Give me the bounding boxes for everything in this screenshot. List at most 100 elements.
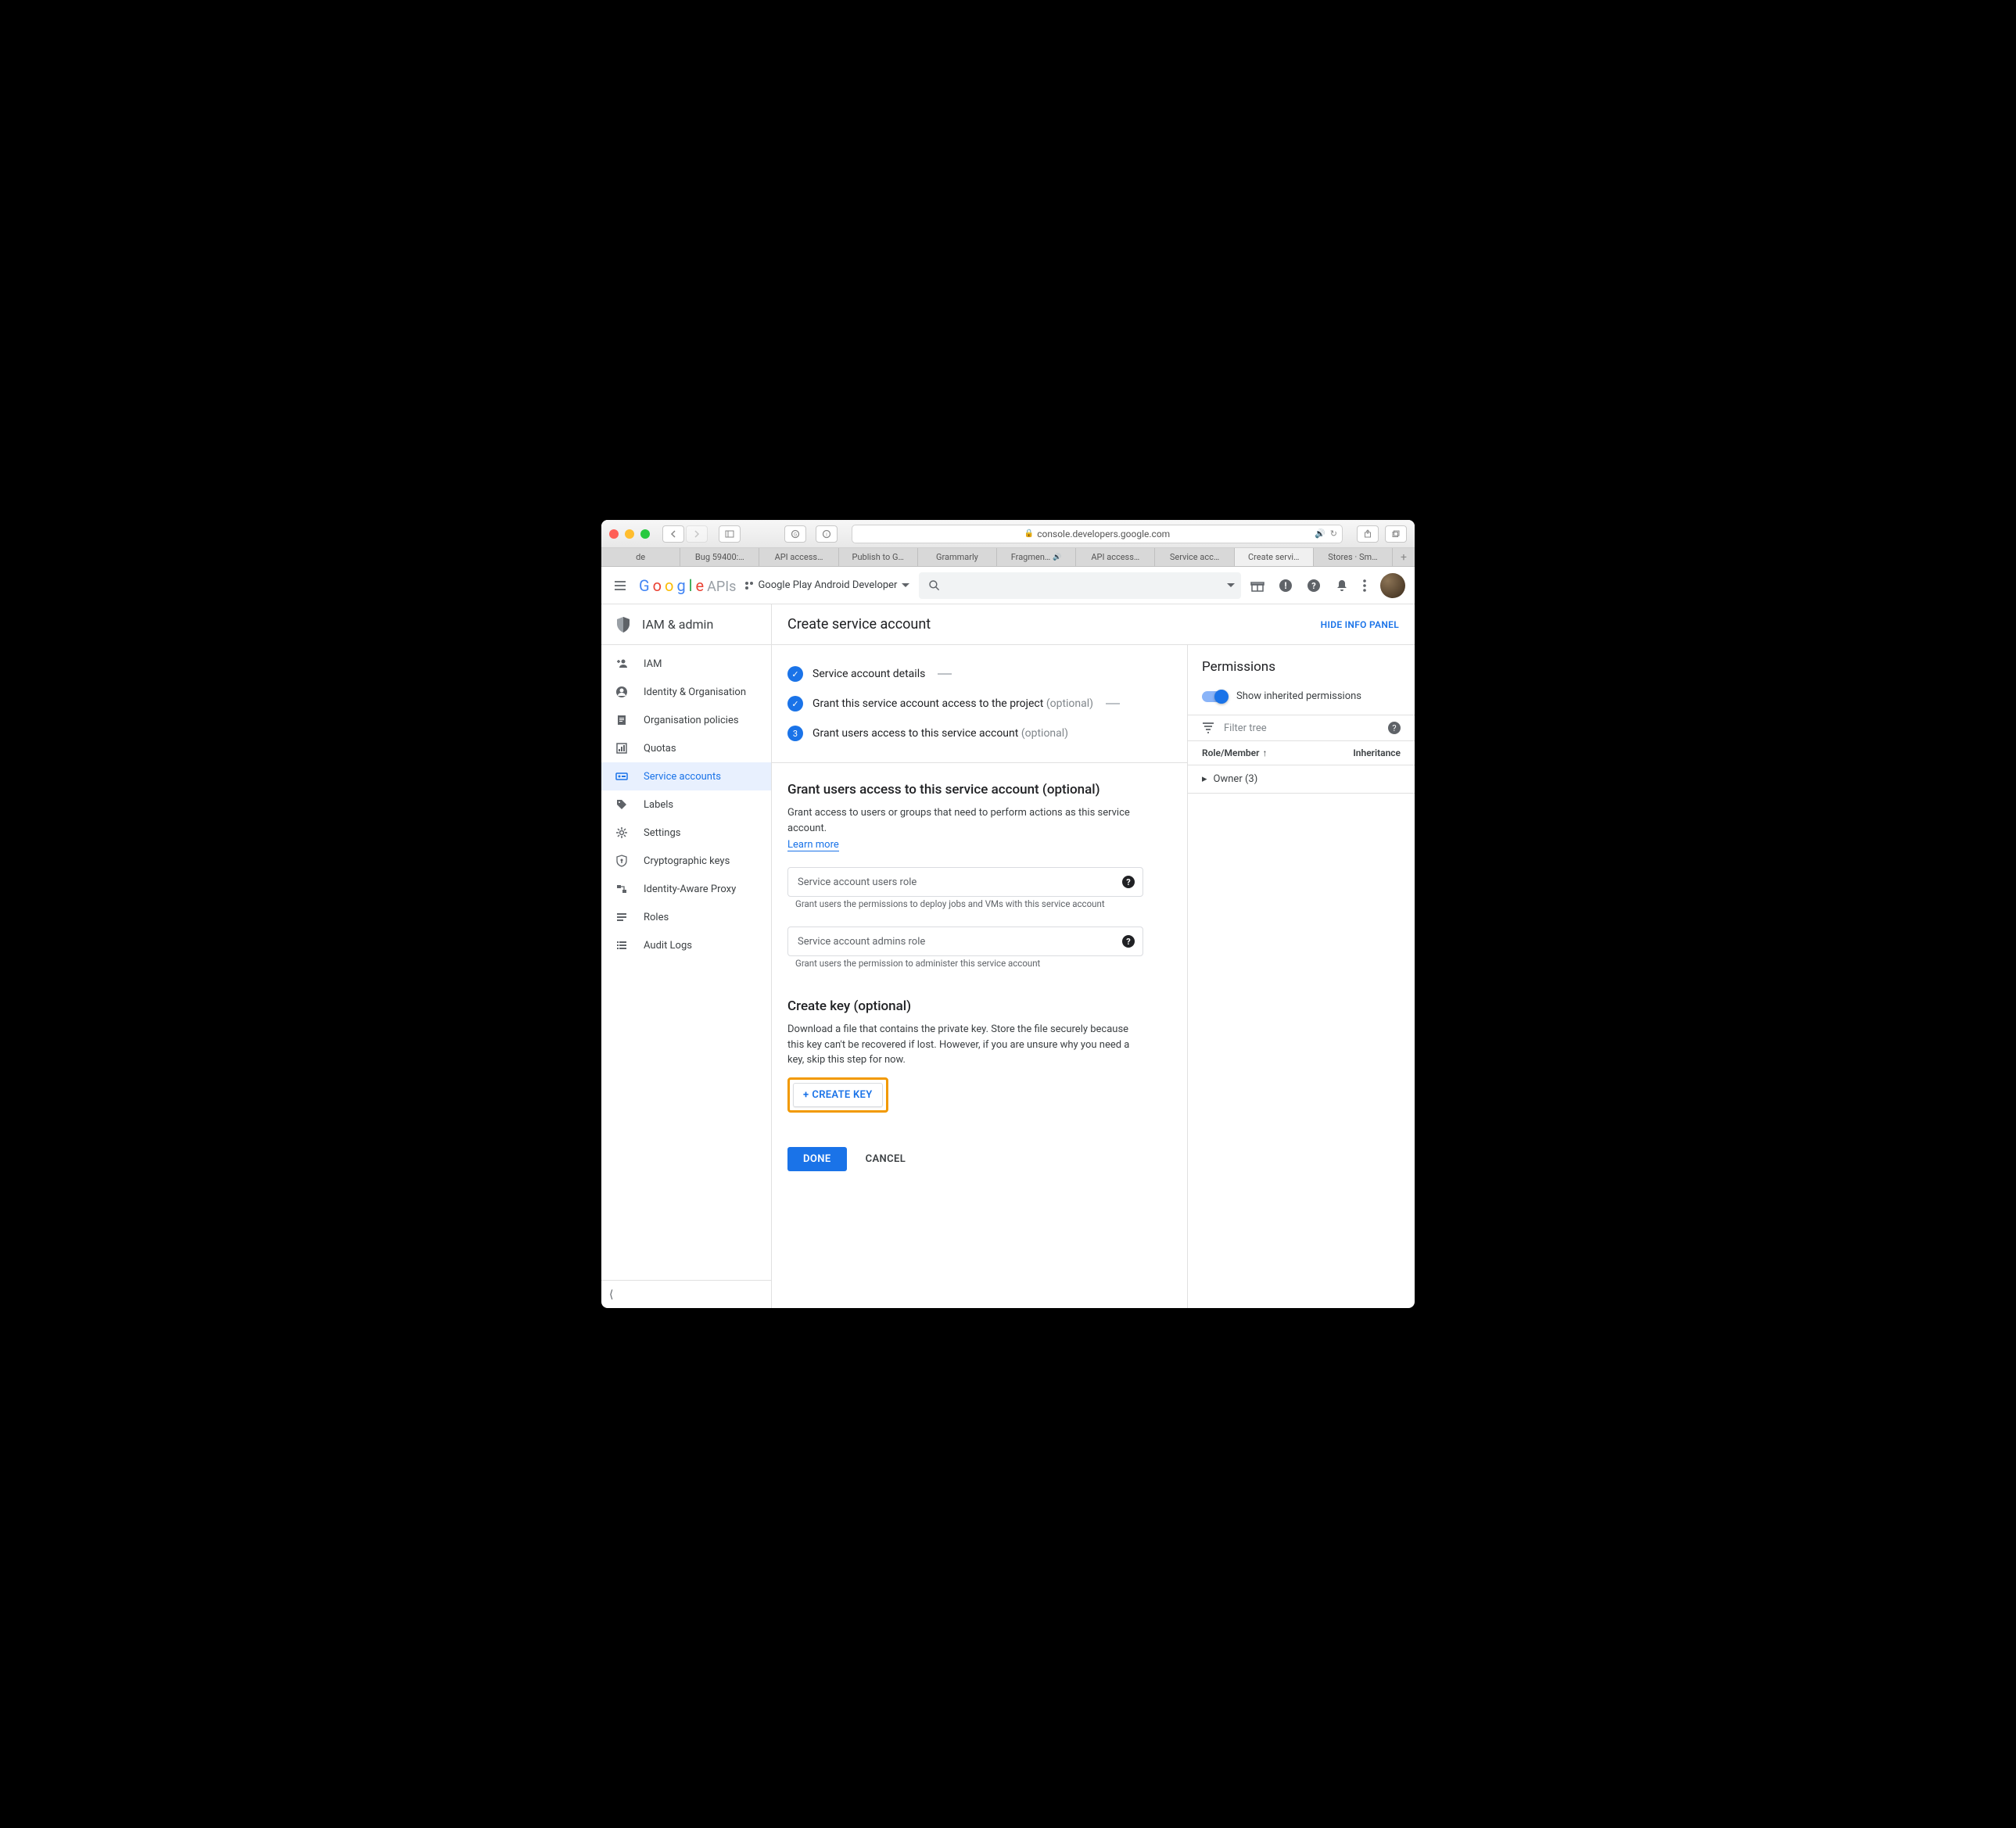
column-inheritance[interactable]: Inheritance [1353, 747, 1401, 758]
browser-tab[interactable]: Fragmen…🔊 [997, 548, 1076, 566]
step-1[interactable]: ✓ Service account details [787, 659, 1171, 689]
browser-tab[interactable]: API access… [759, 548, 838, 566]
sidebar-item-service-accounts[interactable]: Service accounts [601, 762, 771, 790]
gear-icon [615, 826, 630, 839]
browser-tab-strip: de Bug 59400:… API access… Publish to G…… [601, 548, 1415, 567]
sidebar-item-policies[interactable]: Organisation policies [601, 706, 771, 734]
info-button[interactable]: i [816, 525, 838, 543]
toggle-label: Show inherited permissions [1236, 690, 1361, 702]
close-window-icon[interactable] [609, 529, 619, 539]
search-dropdown-icon[interactable] [1227, 583, 1235, 588]
check-icon: ✓ [787, 696, 803, 711]
sidebar-item-iap[interactable]: Identity-Aware Proxy [601, 875, 771, 903]
help-icon[interactable]: ? [1122, 876, 1135, 888]
expand-arrow-icon[interactable]: ▸ [1202, 773, 1207, 785]
browser-tab[interactable]: Stores · Sm… [1314, 548, 1393, 566]
help-icon[interactable]: ? [1307, 579, 1321, 593]
svg-text:i: i [826, 532, 827, 537]
svg-text:G: G [794, 532, 797, 537]
audio-icon[interactable]: 🔊 [1315, 529, 1325, 539]
column-role[interactable]: Role/Member [1202, 747, 1259, 758]
svg-text:!: ! [1284, 580, 1286, 591]
create-key-section: Create key (optional) Download a file th… [787, 998, 1171, 1113]
more-icon[interactable] [1363, 579, 1366, 592]
sidebar-item-labels[interactable]: Labels [601, 790, 771, 819]
sidebar-item-iam[interactable]: IAM [601, 650, 771, 678]
quota-icon [615, 742, 630, 754]
step-3[interactable]: 3 Grant users access to this service acc… [787, 719, 1171, 748]
sort-arrow-icon[interactable]: ↑ [1262, 747, 1267, 758]
browser-tab[interactable]: API access… [1076, 548, 1155, 566]
learn-more-link[interactable]: Learn more [787, 839, 839, 851]
search-input[interactable] [919, 572, 1241, 599]
google-header: Google APIs Google Play Android Develope… [601, 567, 1415, 604]
admins-role-input[interactable]: Service account admins role ? [787, 927, 1143, 956]
person-icon [615, 686, 630, 698]
filter-icon[interactable] [1202, 722, 1214, 733]
google-apis-logo[interactable]: Google APIs [639, 576, 736, 595]
browser-tab[interactable]: de [601, 548, 680, 566]
forward-button[interactable] [686, 525, 708, 543]
sidebar-item-audit-logs[interactable]: Audit Logs [601, 931, 771, 959]
browser-tab[interactable]: Grammarly [918, 548, 997, 566]
maximize-window-icon[interactable] [640, 529, 650, 539]
search-icon [928, 579, 941, 592]
tabs-overview-button[interactable] [1385, 525, 1407, 543]
section-heading: Grant users access to this service accou… [787, 782, 1171, 798]
help-icon[interactable]: ? [1388, 722, 1401, 734]
project-name: Google Play Android Developer [758, 579, 897, 591]
sidebar-item-roles[interactable]: Roles [601, 903, 771, 931]
highlight-annotation: + CREATE KEY [787, 1077, 888, 1113]
field-help-text: Grant users the permission to administer… [795, 958, 1171, 969]
hide-info-panel-button[interactable]: HIDE INFO PANEL [1321, 619, 1399, 630]
step-2[interactable]: ✓ Grant this service account access to t… [787, 689, 1171, 719]
sidebar-item-quotas[interactable]: Quotas [601, 734, 771, 762]
browser-tab[interactable]: Service acc… [1155, 548, 1234, 566]
extension-button[interactable]: G [784, 525, 806, 543]
alert-icon[interactable]: ! [1279, 579, 1293, 593]
notifications-icon[interactable] [1335, 579, 1349, 593]
sidebar-toggle-button[interactable] [719, 525, 741, 543]
step-number-icon: 3 [787, 726, 803, 741]
project-selector[interactable]: Google Play Android Developer [745, 579, 909, 591]
done-button[interactable]: DONE [787, 1147, 847, 1171]
minimize-window-icon[interactable] [625, 529, 634, 539]
inherited-permissions-toggle[interactable] [1202, 691, 1227, 702]
section-description: Download a file that contains the privat… [787, 1022, 1132, 1068]
check-icon: ✓ [787, 666, 803, 682]
logs-icon [615, 939, 630, 952]
proxy-icon [615, 883, 630, 895]
hamburger-menu-icon[interactable] [611, 576, 630, 595]
window-controls [609, 529, 650, 539]
permissions-panel: Permissions Show inherited permissions F… [1188, 645, 1415, 1308]
help-icon[interactable]: ? [1122, 935, 1135, 948]
filter-tree-input[interactable]: Filter tree [1224, 722, 1267, 734]
share-button[interactable] [1357, 525, 1379, 543]
cancel-button[interactable]: CANCEL [866, 1153, 906, 1165]
url-bar[interactable]: 🔒 console.developers.google.com 🔊↻ [852, 525, 1343, 543]
gift-icon[interactable] [1250, 579, 1264, 593]
browser-tab[interactable]: Bug 59400:… [680, 548, 759, 566]
create-key-button[interactable]: + CREATE KEY [793, 1083, 883, 1107]
browser-tab[interactable]: Publish to G… [839, 548, 918, 566]
grant-users-section: Grant users access to this service accou… [787, 782, 1171, 969]
user-avatar[interactable] [1380, 573, 1405, 598]
permissions-row-owner[interactable]: ▸ Owner (3) [1188, 765, 1415, 794]
document-icon [615, 714, 630, 726]
permissions-title: Permissions [1202, 659, 1401, 675]
reload-icon[interactable]: ↻ [1330, 529, 1337, 539]
back-button[interactable] [662, 525, 684, 543]
sidebar-item-settings[interactable]: Settings [601, 819, 771, 847]
mac-titlebar: G i 🔒 console.developers.google.com 🔊↻ [601, 520, 1415, 548]
new-tab-button[interactable]: + [1393, 548, 1415, 566]
sidebar-item-crypto-keys[interactable]: Cryptographic keys [601, 847, 771, 875]
collapse-sidebar-button[interactable]: ⟨ [601, 1280, 771, 1308]
lock-icon: 🔒 [1024, 529, 1034, 538]
person-add-icon [615, 658, 630, 670]
users-role-input[interactable]: Service account users role ? [787, 867, 1143, 897]
sidebar-item-identity[interactable]: Identity & Organisation [601, 678, 771, 706]
browser-tab[interactable]: Create servi… [1235, 548, 1314, 566]
sidebar-title: IAM & admin [642, 617, 713, 632]
section-description: Grant access to users or groups that nee… [787, 805, 1171, 836]
sidebar-header: IAM & admin [601, 604, 771, 645]
